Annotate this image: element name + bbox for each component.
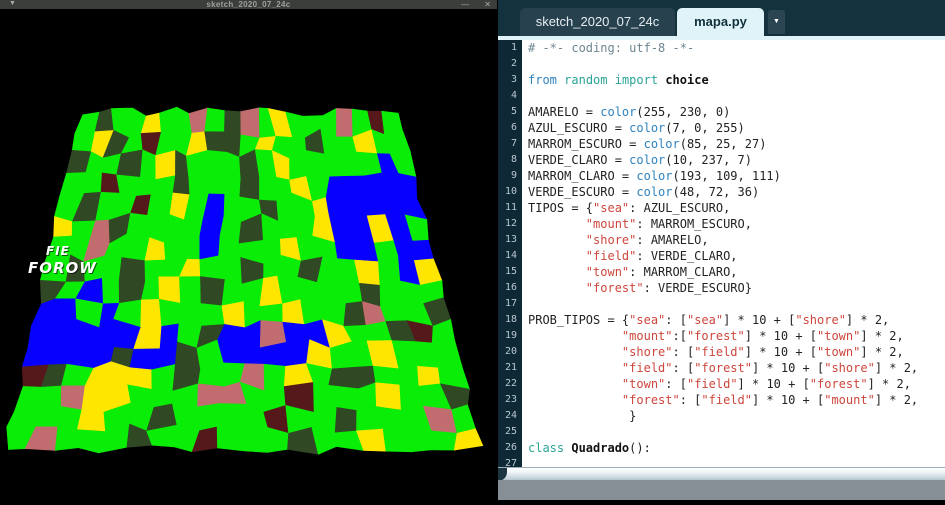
line-number: 8 <box>510 154 517 165</box>
editor-window: sketch_2020_07_24c mapa.py ▼ 1 2 3 4 5 6 7 8 9 10… <box>498 0 945 500</box>
line-number: 19 <box>504 330 517 341</box>
code-line: PROB_TIPOS = {"sea": ["sea"] * 10 + ["sh… <box>528 313 890 327</box>
tab-sketch-2020-07-24c[interactable]: sketch_2020_07_24c <box>520 8 675 36</box>
code-line: VERDE_CLARO = color(10, 237, 7) <box>528 153 752 167</box>
line-number: 3 <box>510 74 517 85</box>
screen: { "left_window": { "title": "sketch_2020… <box>0 0 945 500</box>
sketch-window: ▼ sketch_2020_07_24c — ✕ FIE FOROW <box>0 0 497 500</box>
line-number: 14 <box>504 250 517 261</box>
line-number: 12 <box>504 218 517 229</box>
code-line: "shore": AMARELO, <box>585 233 709 247</box>
code-line: MARROM_CLARO = color(193, 109, 111) <box>528 169 781 183</box>
map-overlay-label: FOROW <box>28 259 97 277</box>
code-line: "town": ["field"] * 10 + ["forest"] * 2, <box>621 377 911 391</box>
line-number: 27 <box>504 458 517 467</box>
sketch-titlebar[interactable]: ▼ sketch_2020_07_24c — ✕ <box>0 0 497 9</box>
chevron-down-icon: ▼ <box>773 18 780 25</box>
code-line: "forest": VERDE_ESCURO} <box>585 281 752 295</box>
console-area <box>498 480 945 500</box>
line-number: 24 <box>504 410 517 421</box>
line-number: 18 <box>504 314 517 325</box>
code-line: # -*- coding: utf-8 -*- <box>528 41 695 55</box>
line-number: 4 <box>510 90 517 101</box>
code-line: MARROM_ESCURO = color(85, 25, 27) <box>528 137 767 151</box>
code-line: "mount":["forest"] * 10 + ["town"] * 2, <box>621 329 904 343</box>
line-number: 2 <box>510 58 517 69</box>
line-number: 21 <box>504 362 517 373</box>
code-area[interactable]: # -*- coding: utf-8 -*- from random impor… <box>522 40 945 467</box>
map-overlay-label: FIE <box>46 244 70 258</box>
line-number: 11 <box>504 202 517 213</box>
horizontal-scrollbar[interactable] <box>498 467 945 481</box>
code-line: from random import choice <box>528 73 709 87</box>
tab-bar: sketch_2020_07_24c mapa.py ▼ <box>498 0 945 36</box>
code-line: "field": ["forest"] * 10 + ["shore"] * 2… <box>621 361 919 375</box>
line-number: 13 <box>504 234 517 245</box>
line-number: 16 <box>504 282 517 293</box>
code-line: "town": MARROM_CLARO, <box>585 265 738 279</box>
line-number: 25 <box>504 426 517 437</box>
line-number: 22 <box>504 378 517 389</box>
code-line: VERDE_ESCURO = color(48, 72, 36) <box>528 185 760 199</box>
minimize-icon[interactable]: — <box>461 0 469 9</box>
tab-dropdown-button[interactable]: ▼ <box>768 10 785 34</box>
line-number: 1 <box>510 42 517 53</box>
code-line: } <box>528 409 637 423</box>
code-line: class Quadrado(): <box>528 441 651 455</box>
line-number: 15 <box>504 266 517 277</box>
code-line: "shore": ["field"] * 10 + ["town"] * 2, <box>621 345 904 359</box>
editor-body: 1 2 3 4 5 6 7 8 9 10 11 12 13 14 15 16 17 18 19 20 21 22 23 24 2… <box>498 40 945 467</box>
line-number: 20 <box>504 346 517 357</box>
sketch-window-title: sketch_2020_07_24c <box>206 0 291 9</box>
editor-gutter: 1 2 3 4 5 6 7 8 9 10 11 12 13 14 15 16 17 18 19 20 21 22 23 24 2… <box>498 40 522 467</box>
line-number: 6 <box>510 122 517 133</box>
terrain-canvas <box>0 9 497 500</box>
code-line: "mount": MARROM_ESCURO, <box>585 217 752 231</box>
close-icon[interactable]: ✕ <box>484 0 491 9</box>
line-number: 9 <box>510 170 517 181</box>
line-number: 23 <box>504 394 517 405</box>
line-number: 10 <box>504 186 517 197</box>
code-line: AZUL_ESCURO = color(7, 0, 255) <box>528 121 745 135</box>
code-line: "field": VERDE_CLARO, <box>585 249 738 263</box>
line-number: 7 <box>510 138 517 149</box>
line-number: 5 <box>510 106 517 117</box>
line-number: 26 <box>504 442 517 453</box>
code-line: AMARELO = color(255, 230, 0) <box>528 105 731 119</box>
code-line: TIPOS = {"sea": AZUL_ESCURO, <box>528 201 731 215</box>
line-number: 17 <box>504 298 517 309</box>
code-line: "forest": ["field"] * 10 + ["mount"] * 2… <box>621 393 919 407</box>
tab-mapa-py[interactable]: mapa.py <box>677 8 764 36</box>
